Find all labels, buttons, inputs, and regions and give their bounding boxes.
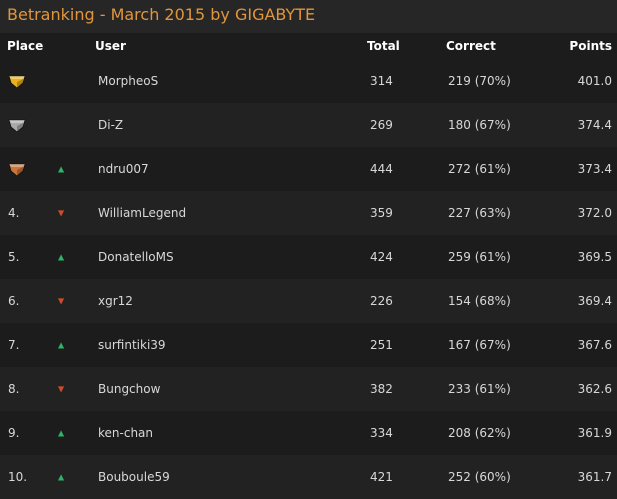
trend-up-icon: ▲ bbox=[58, 164, 65, 174]
column-header-place[interactable]: Place bbox=[7, 39, 43, 53]
trend-up-icon: ▲ bbox=[58, 252, 65, 262]
points-value: 374.4 bbox=[577, 118, 612, 132]
total-value: 226 bbox=[370, 294, 393, 308]
points-value: 373.4 bbox=[577, 162, 612, 176]
points-value: 369.4 bbox=[577, 294, 612, 308]
user-link[interactable]: surfintiki39 bbox=[98, 338, 166, 352]
user-link[interactable]: MorpheoS bbox=[98, 74, 158, 88]
points-value: 362.6 bbox=[577, 382, 612, 396]
correct-value: 259 (61%) bbox=[448, 250, 511, 264]
place-number: 7. bbox=[8, 338, 20, 352]
table-row[interactable]: 5. ▲ DonatelloMS 424 259 (61%) 369.5 bbox=[0, 235, 617, 279]
user-link[interactable]: Di-Z bbox=[98, 118, 123, 132]
table-row[interactable]: 10. ▲ Bouboule59 421 252 (60%) 361.7 bbox=[0, 455, 617, 499]
correct-value: 227 (63%) bbox=[448, 206, 511, 220]
table-row[interactable]: Di-Z 269 180 (67%) 374.4 bbox=[0, 103, 617, 147]
total-value: 359 bbox=[370, 206, 393, 220]
total-value: 382 bbox=[370, 382, 393, 396]
points-value: 372.0 bbox=[577, 206, 612, 220]
place-number: 10. bbox=[8, 470, 28, 484]
total-value: 421 bbox=[370, 470, 393, 484]
correct-value: 208 (62%) bbox=[448, 426, 511, 440]
place-number: 8. bbox=[8, 382, 20, 396]
correct-value: 233 (61%) bbox=[448, 382, 511, 396]
user-link[interactable]: DonatelloMS bbox=[98, 250, 174, 264]
place-number: 9. bbox=[8, 426, 20, 440]
total-value: 444 bbox=[370, 162, 393, 176]
column-header-user[interactable]: User bbox=[95, 39, 126, 53]
table-row[interactable]: ▲ ndru007 444 272 (61%) 373.4 bbox=[0, 147, 617, 191]
table-row[interactable]: 6. ▼ xgr12 226 154 (68%) 369.4 bbox=[0, 279, 617, 323]
total-value: 334 bbox=[370, 426, 393, 440]
table-row[interactable]: 7. ▲ surfintiki39 251 167 (67%) 367.6 bbox=[0, 323, 617, 367]
trend-up-icon: ▲ bbox=[58, 472, 65, 482]
user-link[interactable]: ken-chan bbox=[98, 426, 153, 440]
correct-value: 154 (68%) bbox=[448, 294, 511, 308]
trend-down-icon: ▼ bbox=[58, 296, 65, 306]
points-value: 367.6 bbox=[577, 338, 612, 352]
title-bar: Betranking - March 2015 by GIGABYTE bbox=[0, 0, 617, 33]
user-link[interactable]: ndru007 bbox=[98, 162, 149, 176]
place-number: 4. bbox=[8, 206, 20, 220]
user-link[interactable]: WilliamLegend bbox=[98, 206, 186, 220]
place-number: 6. bbox=[8, 294, 20, 308]
correct-value: 219 (70%) bbox=[448, 74, 511, 88]
table-header: Place User Total Correct Points bbox=[0, 33, 617, 59]
total-value: 314 bbox=[370, 74, 393, 88]
trend-down-icon: ▼ bbox=[58, 208, 65, 218]
column-header-points[interactable]: Points bbox=[569, 39, 612, 53]
points-value: 401.0 bbox=[577, 74, 612, 88]
points-value: 369.5 bbox=[577, 250, 612, 264]
user-link[interactable]: Bouboule59 bbox=[98, 470, 170, 484]
column-header-correct[interactable]: Correct bbox=[446, 39, 496, 53]
bronze-trophy-icon bbox=[8, 163, 26, 177]
trend-up-icon: ▲ bbox=[58, 340, 65, 350]
page-title: Betranking - March 2015 by GIGABYTE bbox=[7, 5, 316, 24]
correct-value: 180 (67%) bbox=[448, 118, 511, 132]
table-row[interactable]: 8. ▼ Bungchow 382 233 (61%) 362.6 bbox=[0, 367, 617, 411]
table-row[interactable]: 9. ▲ ken-chan 334 208 (62%) 361.9 bbox=[0, 411, 617, 455]
user-link[interactable]: Bungchow bbox=[98, 382, 160, 396]
silver-trophy-icon bbox=[8, 119, 26, 133]
correct-value: 272 (61%) bbox=[448, 162, 511, 176]
total-value: 269 bbox=[370, 118, 393, 132]
table-row[interactable]: MorpheoS 314 219 (70%) 401.0 bbox=[0, 59, 617, 103]
points-value: 361.7 bbox=[577, 470, 612, 484]
table-row[interactable]: 4. ▼ WilliamLegend 359 227 (63%) 372.0 bbox=[0, 191, 617, 235]
total-value: 424 bbox=[370, 250, 393, 264]
user-link[interactable]: xgr12 bbox=[98, 294, 133, 308]
gold-trophy-icon bbox=[8, 75, 26, 89]
points-value: 361.9 bbox=[577, 426, 612, 440]
trend-down-icon: ▼ bbox=[58, 384, 65, 394]
column-header-total[interactable]: Total bbox=[367, 39, 400, 53]
total-value: 251 bbox=[370, 338, 393, 352]
correct-value: 252 (60%) bbox=[448, 470, 511, 484]
correct-value: 167 (67%) bbox=[448, 338, 511, 352]
place-number: 5. bbox=[8, 250, 20, 264]
trend-up-icon: ▲ bbox=[58, 428, 65, 438]
